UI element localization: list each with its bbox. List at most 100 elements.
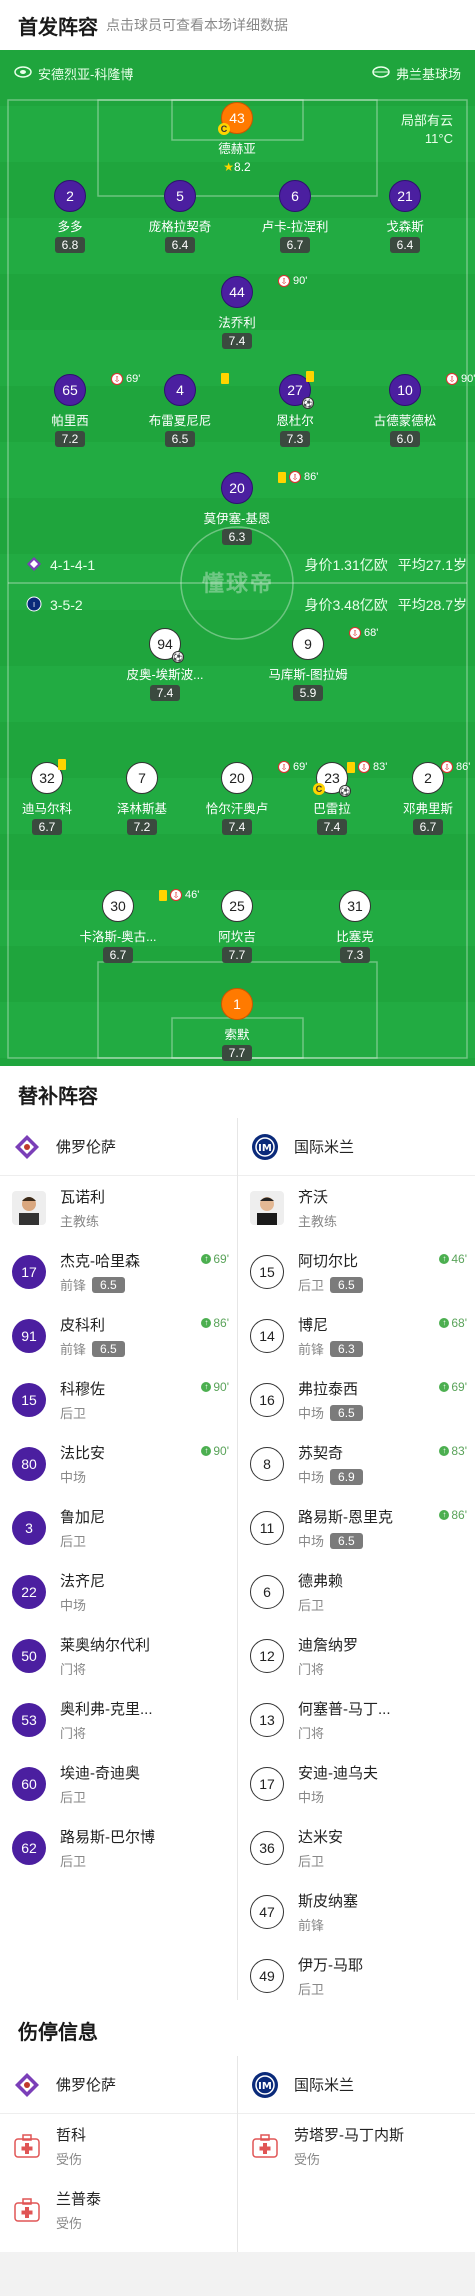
player-home-gk[interactable]: 43 C 德赫亚 ★8.2 — [189, 102, 285, 175]
coach-row[interactable]: 瓦诺利 主教练 — [0, 1176, 237, 1240]
player-name: 斯皮纳塞 — [298, 1893, 359, 1910]
sub-in: ↑ 90' — [201, 1444, 229, 1458]
player-home[interactable]: 44 ⇩ 90' 法乔利 7.4 — [189, 275, 307, 349]
team-row-away[interactable]: IM 国际米兰 — [238, 1118, 475, 1176]
sub-player-row[interactable]: 8 苏契奇 中场 6.9 ↑ 83' — [238, 1432, 475, 1496]
sub-player-row[interactable]: 50 莱奥纳尔代利 门将 — [0, 1624, 237, 1688]
player-name: 兰普泰 — [56, 2191, 102, 2208]
player-position: 后卫 — [298, 1854, 325, 1869]
sub-in-icon: ↑ — [201, 1446, 212, 1456]
sub-player-row[interactable]: 80 法比安 中场 ↑ 90' — [0, 1432, 237, 1496]
home-formation: 4-1-4-1 — [26, 555, 95, 575]
player-name: 奥利弗-克里... — [60, 1701, 153, 1718]
sub-in-icon: ↑ — [439, 1382, 450, 1392]
player-position: 中场 — [298, 1790, 325, 1805]
sub-in-icon: ↑ — [439, 1254, 450, 1264]
player-number: 14 — [250, 1319, 284, 1353]
player-number: 16 — [250, 1383, 284, 1417]
sub-in: ↑ 46' — [439, 1252, 467, 1266]
sub-player-row[interactable]: 47 斯皮纳塞 前锋 — [238, 1880, 475, 1944]
sub-player-row[interactable]: 13 何塞普-马丁... 门将 — [238, 1688, 475, 1752]
sub-in: ↑ 69' — [439, 1380, 467, 1394]
sub-player-row[interactable]: 62 路易斯-巴尔博 后卫 — [0, 1816, 237, 1880]
player-home[interactable]: 21 戈森斯 6.4 — [357, 180, 453, 253]
sub-in-icon: ↑ — [439, 1510, 450, 1520]
player-away[interactable]: 7 泽林斯基 7.2 — [94, 762, 190, 835]
watermark: 懂球帝 — [201, 571, 274, 596]
player-home[interactable]: 27 ⚽ 恩杜尔 7.3 — [247, 371, 343, 447]
sub-player-row[interactable]: 91 皮科利 前锋 6.5 ↑ 86' — [0, 1304, 237, 1368]
sub-player-row[interactable]: 3 鲁加尼 后卫 — [0, 1496, 237, 1560]
captain-icon: C — [313, 783, 325, 795]
player-home[interactable]: 2 多多 6.8 — [22, 180, 118, 253]
weather: 局部有云 11°C — [401, 112, 453, 148]
sub-in: ↑ 90' — [201, 1380, 229, 1394]
sub-player-row[interactable]: 16 弗拉泰西 中场 6.5 ↑ 69' — [238, 1368, 475, 1432]
player-away[interactable]: 2 ⇩ 86' 邓弗里斯 6.7 — [380, 761, 475, 835]
referee-name: 安德烈亚-科隆博 — [38, 66, 134, 82]
injury-row[interactable]: 兰普泰 受伤 — [0, 2178, 237, 2242]
away-formation-text: 3-5-2 — [50, 597, 83, 613]
home-formation-text: 4-1-4-1 — [50, 557, 96, 573]
team-name: 国际米兰 — [294, 2077, 355, 2094]
player-home[interactable]: 6 卢卡-拉涅利 6.7 — [247, 180, 343, 253]
player-number: 22 — [12, 1575, 46, 1609]
sub-player-row[interactable]: 22 法齐尼 中场 — [0, 1560, 237, 1624]
away-value: 身价3.48亿欧 — [304, 597, 388, 613]
sub-player-row[interactable]: 15 阿切尔比 后卫 6.5 ↑ 46' — [238, 1240, 475, 1304]
team-row-home[interactable]: 佛罗伦萨 — [0, 1118, 237, 1176]
team-row-away[interactable]: IM 国际米兰 — [238, 2056, 475, 2114]
player-position: 前锋 — [60, 1342, 87, 1357]
sub-player-row[interactable]: 49 伊万-马耶 后卫 — [238, 1944, 475, 2008]
team-name: 佛罗伦萨 — [56, 1139, 117, 1156]
injury-status: 受伤 — [294, 2152, 321, 2167]
yellow-card-icon — [221, 373, 229, 384]
player-home[interactable]: 4 布雷夏尼尼 6.5 — [132, 373, 229, 447]
lineup-title: 首发阵容 — [18, 16, 98, 39]
player-home[interactable]: 10 ⇩ 90' 古德蒙德松 6.0 — [357, 373, 475, 447]
sub-off-icon: ⇩ — [170, 889, 182, 901]
team-row-home[interactable]: 佛罗伦萨 — [0, 2056, 237, 2114]
coach-row[interactable]: 齐沃 主教练 — [238, 1176, 475, 1240]
captain-icon: C — [218, 123, 230, 135]
inter-logo-icon: I — [26, 596, 42, 615]
player-number: 36 — [250, 1831, 284, 1865]
sub-player-row[interactable]: 12 迪詹纳罗 门将 — [238, 1624, 475, 1688]
subs-away: IM 国际米兰 齐沃 主教练 15 阿切尔比 后卫 6.5 ↑ 46' 14 博尼 前锋 6.3 ↑ 6… — [238, 1118, 475, 2008]
player-name: 法比安 — [60, 1445, 106, 1462]
sub-player-row[interactable]: 53 奥利弗-克里... 门将 — [0, 1688, 237, 1752]
sub-player-row[interactable]: 15 科穆佐 后卫 ↑ 90' — [0, 1368, 237, 1432]
player-number: 13 — [250, 1703, 284, 1737]
player-away[interactable]: 31 比塞克 7.3 — [307, 890, 403, 963]
sub-player-row[interactable]: 60 埃迪-奇迪奥 后卫 — [0, 1752, 237, 1816]
sub-in-icon: ↑ — [201, 1254, 212, 1264]
player-rating: 6.5 — [330, 1532, 363, 1549]
player-home[interactable]: 65 ⇩ 69' 帕里西 7.2 — [22, 373, 140, 447]
player-away[interactable]: 30 ⇩ 46' 卡洛斯-奥古... 6.7 — [70, 889, 199, 963]
sub-player-row[interactable]: 36 达米安 后卫 — [238, 1816, 475, 1880]
sub-player-row[interactable]: 17 杰克-哈里森 前锋 6.5 ↑ 69' — [0, 1240, 237, 1304]
player-away[interactable]: 9 ⇩ 68' 马库斯-图拉姆 5.9 — [260, 627, 378, 701]
injury-row[interactable]: 劳塔罗-马丁内斯 受伤 — [238, 2114, 475, 2178]
player-away[interactable]: 25 阿坎吉 7.7 — [189, 890, 285, 963]
injury-row[interactable]: 哲科 受伤 — [0, 2114, 237, 2178]
player-number: 60 — [12, 1767, 46, 1801]
player-away[interactable]: 20 ⇩ 69' 恰尔汗奥卢 7.4 — [189, 761, 307, 835]
player-home[interactable]: 20 ⇩ 86' 莫伊塞-基恩 6.3 — [189, 471, 318, 545]
sub-off-icon: ⇩ — [446, 373, 458, 385]
player-name: 劳塔罗-马丁内斯 — [294, 2127, 404, 2144]
sub-player-row[interactable]: 11 路易斯-恩里克 中场 6.5 ↑ 86' — [238, 1496, 475, 1560]
player-name: 科穆佐 — [60, 1381, 106, 1398]
player-position: 后卫 — [60, 1790, 87, 1805]
sub-player-row[interactable]: 14 博尼 前锋 6.3 ↑ 68' — [238, 1304, 475, 1368]
player-away[interactable]: 94 ⚽ 皮奥-埃斯波... 7.4 — [117, 628, 213, 701]
player-away-gk[interactable]: 1 索默 7.7 — [189, 988, 285, 1061]
player-away[interactable]: 23 C ⚽ ⇩ 83' 巴雷拉 7.4 — [284, 761, 387, 835]
sub-player-row[interactable]: 6 德弗赖 后卫 — [238, 1560, 475, 1624]
player-name: 埃迪-奇迪奥 — [60, 1765, 140, 1782]
team-name: 国际米兰 — [294, 1139, 355, 1156]
player-away[interactable]: 32 迪马尔科 6.7 — [0, 759, 95, 835]
page-footer — [0, 2252, 475, 2296]
sub-player-row[interactable]: 17 安迪-迪乌夫 中场 — [238, 1752, 475, 1816]
player-home[interactable]: 5 庞格拉契奇 6.4 — [132, 180, 228, 253]
